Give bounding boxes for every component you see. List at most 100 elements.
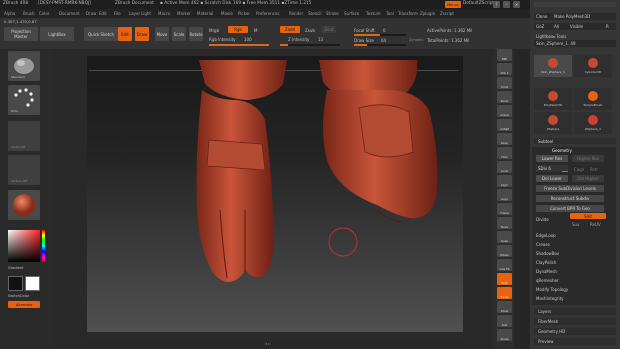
- fibermesh-panel-header[interactable]: FiberMesh: [534, 318, 616, 325]
- geometry-sub-crease[interactable]: Crease: [536, 242, 550, 247]
- texture-thumbnail[interactable]: Texture Off: [8, 155, 40, 185]
- focal-shift-slider[interactable]: [354, 34, 406, 36]
- all-button[interactable]: All: [554, 24, 559, 29]
- shelf-xpose-button[interactable]: Xpose: [497, 329, 512, 341]
- menu-macro[interactable]: Macro: [158, 11, 170, 16]
- layers-panel-header[interactable]: Layers: [534, 308, 616, 315]
- rotate-button[interactable]: Rotate: [189, 27, 203, 41]
- menu-draw[interactable]: Draw: [86, 11, 96, 16]
- edit-button[interactable]: Edit: [118, 27, 132, 41]
- zadd-toggle[interactable]: Zadd: [280, 26, 300, 33]
- reconstruct-subdiv-button[interactable]: Reconstruct Subdiv: [536, 195, 604, 202]
- geometry-hd-panel-header[interactable]: Geometry HD: [534, 328, 616, 335]
- preview-panel-header[interactable]: Preview: [534, 338, 616, 345]
- menu-alpha[interactable]: Alpha: [4, 11, 15, 16]
- lightbox-tools-button[interactable]: Lightbox▸ Tools: [536, 34, 566, 39]
- help-icon[interactable]: ?: [493, 1, 500, 8]
- shelf-local-button[interactable]: Local: [497, 161, 512, 173]
- menu-picker[interactable]: Picker: [238, 11, 250, 16]
- draw-size-slider[interactable]: [354, 44, 406, 46]
- minimize-icon[interactable]: –: [503, 1, 510, 8]
- shelf-aahalf-button[interactable]: AAHalf: [497, 119, 512, 131]
- shelf-gxyz-button[interactable]: Gxyz: [497, 189, 512, 201]
- shelf-scroll-button[interactable]: Scroll: [497, 77, 512, 89]
- menu-texture[interactable]: Texture: [366, 11, 381, 16]
- rstr-button[interactable]: Rstr: [590, 167, 598, 172]
- rgb-toggle[interactable]: Rgb: [228, 26, 248, 33]
- tool-thumbnail-zsphere[interactable]: ZSphere: [534, 112, 572, 134]
- smt-toggle[interactable]: Smt: [570, 213, 606, 219]
- main-color-swatch[interactable]: [8, 276, 23, 291]
- geometry-label[interactable]: Geometry: [552, 148, 572, 153]
- suv-toggle[interactable]: Suv: [572, 222, 579, 227]
- tool-thumbnail-cylinder3d[interactable]: Cylinder3D: [574, 55, 612, 77]
- zsub-toggle[interactable]: Zsub: [305, 28, 315, 33]
- menus-button[interactable]: Menus: [445, 1, 461, 8]
- tool-thumbnail-zsphere-1[interactable]: ZSphere_1: [574, 112, 612, 134]
- lower-res-button[interactable]: Lower Res: [536, 155, 568, 162]
- menu-stencil[interactable]: Stencil: [308, 11, 322, 16]
- gradient-label[interactable]: Gradient: [8, 266, 24, 270]
- visible-button[interactable]: Visible: [570, 24, 583, 29]
- material-thumbnail[interactable]: [8, 190, 40, 220]
- menu-zplugin[interactable]: Zplugin: [420, 11, 435, 16]
- cage-button[interactable]: Cage: [574, 167, 584, 172]
- menu-surface[interactable]: Surface: [344, 11, 359, 16]
- menu-layer[interactable]: Layer: [129, 11, 140, 16]
- menu-color[interactable]: Color: [39, 11, 49, 16]
- bottom-shelf-arrows-icon[interactable]: ◂ ▸: [265, 341, 270, 346]
- geometry-sub-edgeloop[interactable]: EdgeLoop: [536, 233, 556, 238]
- convert-bpr-button[interactable]: Convert BPR To Geo: [536, 205, 604, 212]
- geometry-sub-modify-topology[interactable]: Modify Topology: [536, 287, 568, 292]
- reuv-toggle[interactable]: ReUV: [590, 222, 601, 227]
- mrgb-toggle[interactable]: Mrgb: [209, 28, 219, 33]
- alpha-thumbnail[interactable]: Alpha Off: [8, 121, 40, 151]
- menu-transform[interactable]: Transform: [398, 11, 418, 16]
- hue-strip[interactable]: [42, 230, 45, 262]
- geometry-sub-dynamesh[interactable]: DynaMesh: [536, 269, 557, 274]
- make-polymesh-button[interactable]: Make PolyMesh3D: [554, 14, 590, 19]
- shelf-actual-button[interactable]: Actual: [497, 105, 512, 117]
- higher-res-button[interactable]: Higher Res: [572, 155, 604, 162]
- m-toggle[interactable]: M: [254, 28, 257, 33]
- menu-file[interactable]: File: [114, 11, 121, 16]
- tray-top-slider[interactable]: [534, 2, 616, 7]
- default-zscript[interactable]: DefaultZScript: [463, 1, 494, 6]
- shelf-ghost-button[interactable]: Ghost: [497, 301, 512, 313]
- shelf-floor-button[interactable]: Floor: [497, 147, 512, 159]
- stroke-thumbnail[interactable]: Dots: [8, 85, 40, 115]
- shelf-spix-3-button[interactable]: SPix 3: [497, 63, 512, 75]
- menu-marker[interactable]: Marker: [177, 11, 191, 16]
- menu-material[interactable]: Material: [197, 11, 213, 16]
- geometry-sub-meshintegrity[interactable]: MeshIntegrity: [536, 296, 564, 301]
- menu-stroke[interactable]: Stroke: [326, 11, 339, 16]
- current-tool-slider[interactable]: Skin_ZSphere_1. 49: [534, 40, 616, 47]
- lightbox-button[interactable]: LightBox: [40, 27, 74, 41]
- menu-brush[interactable]: Brush: [23, 11, 35, 16]
- shelf-persp-button[interactable]: Persp: [497, 133, 512, 145]
- brush-thumbnail[interactable]: Standard: [8, 51, 40, 81]
- menu-zscript[interactable]: Zscript: [440, 11, 454, 16]
- alternate-button[interactable]: Alternate: [8, 301, 40, 308]
- shelf-solo-button[interactable]: Solo: [497, 315, 512, 327]
- color-picker[interactable]: [8, 230, 40, 262]
- shelf-bpr-button[interactable]: BPR: [497, 49, 512, 61]
- menu-light[interactable]: Light: [141, 11, 151, 16]
- menu-tool[interactable]: Tool: [386, 11, 394, 16]
- projection-master-button[interactable]: Projection Master: [4, 27, 38, 41]
- shelf-polyf-button[interactable]: PolyF: [497, 273, 512, 285]
- geometry-sub-claypolish[interactable]: ClayPolish: [536, 260, 556, 265]
- divide-button[interactable]: Divide: [536, 217, 549, 222]
- shelf-transp-button[interactable]: Transp: [497, 287, 512, 299]
- move-button[interactable]: Move: [155, 27, 169, 41]
- geometry-sub-qremesher[interactable]: qRemesher: [536, 278, 559, 283]
- freeze-subdivision-button[interactable]: Freeze SubDivision Levels: [536, 185, 604, 192]
- shelf-scale-button[interactable]: Scale: [497, 231, 512, 243]
- subtool-header[interactable]: Subtool: [534, 138, 616, 144]
- document-canvas[interactable]: [87, 60, 463, 332]
- del-lower-button[interactable]: Del Lower: [536, 175, 568, 182]
- draw-button[interactable]: Draw: [135, 27, 149, 41]
- menu-preferences[interactable]: Preferences: [256, 11, 280, 16]
- shelf-zoom-button[interactable]: Zoom: [497, 91, 512, 103]
- rgb-intensity-slider[interactable]: [209, 44, 269, 46]
